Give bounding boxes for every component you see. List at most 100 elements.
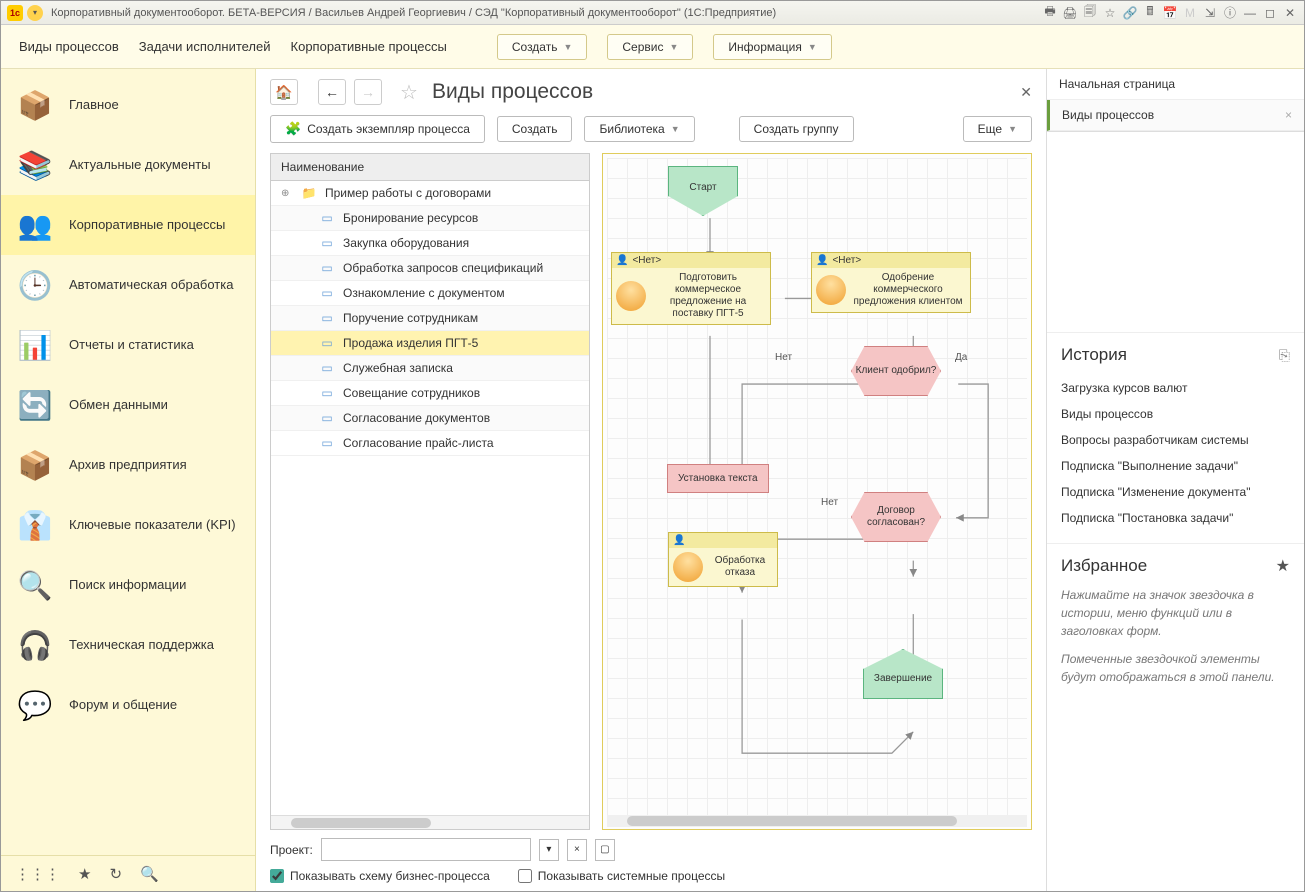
- menu-link-tasks[interactable]: Задачи исполнителей: [139, 39, 271, 54]
- compare-icon[interactable]: 🗐: [1082, 5, 1098, 21]
- node-task-prepare-offer[interactable]: 👤<Нет> Подготовить коммерческое предложе…: [611, 252, 771, 325]
- menu-info-button[interactable]: Информация▼: [713, 34, 831, 60]
- project-input[interactable]: [321, 838, 531, 861]
- tree-scrollbar[interactable]: [271, 815, 589, 829]
- rp-tab-current[interactable]: Виды процессов×: [1047, 100, 1304, 131]
- diagram-scrollbar[interactable]: [607, 815, 1027, 827]
- history-link[interactable]: Вопросы разработчикам системы: [1061, 427, 1290, 453]
- sidebar-item-5[interactable]: 🔄Обмен данными: [1, 375, 255, 435]
- project-open-button[interactable]: ▢: [595, 839, 615, 861]
- print-icon[interactable]: 🖶: [1042, 5, 1058, 21]
- dropdown-icon[interactable]: ▾: [27, 5, 43, 21]
- favorites-star-icon[interactable]: ★: [1276, 556, 1290, 576]
- history-icon[interactable]: ↻: [109, 865, 122, 883]
- calc-icon[interactable]: 🖩: [1142, 5, 1158, 21]
- diagram-canvas[interactable]: Старт 👤<Нет> Подготовить коммерческое пр…: [602, 153, 1032, 830]
- favorites-title: Избранное: [1061, 556, 1147, 576]
- more-button[interactable]: Еще▼: [963, 116, 1032, 142]
- node-task-approve-offer[interactable]: 👤<Нет> Одобрение коммерческого предложен…: [811, 252, 971, 313]
- tree-row[interactable]: ▭Бронирование ресурсов: [271, 206, 589, 231]
- project-clear-button[interactable]: ×: [567, 839, 587, 861]
- library-button[interactable]: Библиотека▼: [584, 116, 694, 142]
- right-pane: Начальная страница Виды процессов× Истор…: [1046, 69, 1304, 891]
- close-window-icon[interactable]: ✕: [1282, 5, 1298, 21]
- edge-label-no: Нет: [775, 352, 792, 363]
- sidebar-item-0[interactable]: 📦Главное: [1, 75, 255, 135]
- tree-row[interactable]: ▭Согласование прайс-листа: [271, 431, 589, 456]
- nav-label: Отчеты и статистика: [69, 337, 194, 354]
- forward-button[interactable]: →: [354, 79, 382, 105]
- nav-label: Ключевые показатели (KPI): [69, 517, 236, 534]
- info-icon[interactable]: ⓘ: [1222, 5, 1238, 21]
- calendar-icon[interactable]: 📅: [1162, 5, 1178, 21]
- search-icon[interactable]: 🔍: [140, 865, 159, 883]
- sidebar-item-4[interactable]: 📊 Отчеты и статистика: [1, 315, 255, 375]
- favorite-star-icon[interactable]: ☆: [400, 80, 418, 105]
- printer-icon[interactable]: 🖨: [1062, 5, 1078, 21]
- menu-link-process-types[interactable]: Виды процессов: [19, 39, 119, 54]
- home-button[interactable]: 🏠: [270, 79, 298, 105]
- collapse-icon[interactable]: ⇲: [1202, 5, 1218, 21]
- create-group-button[interactable]: Создать группу: [739, 116, 854, 142]
- tree-row[interactable]: ▭Закупка оборудования: [271, 231, 589, 256]
- history-pin-icon[interactable]: ⎘: [1279, 347, 1290, 364]
- node-decision-contract-agreed[interactable]: Договор согласован?: [851, 492, 941, 542]
- apps-icon[interactable]: ⋮⋮⋮: [15, 865, 60, 883]
- tree-row[interactable]: ▭Поручение сотрудникам: [271, 306, 589, 331]
- sidebar-item-10[interactable]: 💬Форум и общение: [1, 675, 255, 735]
- node-decision-client-approved[interactable]: Клиент одобрил?: [851, 346, 941, 396]
- edge-label-no-2: Нет: [821, 497, 838, 508]
- history-link[interactable]: Подписка "Изменение документа": [1061, 479, 1290, 505]
- content-area: 🏠 ← → ☆ Виды процессов ✕ 🧩Создать экземп…: [256, 69, 1046, 891]
- fav-icon[interactable]: ★: [78, 865, 91, 883]
- nav-icon: 📚: [15, 145, 55, 185]
- minimize-icon[interactable]: —: [1242, 5, 1258, 21]
- sidebar-item-6[interactable]: 📦Архив предприятия: [1, 435, 255, 495]
- menu-link-corp-processes[interactable]: Корпоративные процессы: [291, 39, 447, 54]
- node-task-rejection[interactable]: 👤 Обработка отказа: [668, 532, 778, 587]
- user-icon: 👤: [673, 535, 685, 546]
- sidebar-item-9[interactable]: 🎧Техническая поддержка: [1, 615, 255, 675]
- tree-row[interactable]: ▭Совещание сотрудников: [271, 381, 589, 406]
- tree-panel: Наименование ⊕📁Пример работы с договорам…: [270, 153, 590, 830]
- sidebar-item-1[interactable]: 📚Актуальные документы: [1, 135, 255, 195]
- history-link[interactable]: Виды процессов: [1061, 401, 1290, 427]
- sidebar-item-7[interactable]: 👔 Ключевые показатели (KPI): [1, 495, 255, 555]
- tree-row[interactable]: ▭Обработка запросов спецификаций: [271, 256, 589, 281]
- history-link[interactable]: Подписка "Постановка задачи": [1061, 505, 1290, 531]
- tree-row[interactable]: ▭Продажа изделия ПГТ-5: [271, 331, 589, 356]
- tree-row[interactable]: ▭Согласование документов: [271, 406, 589, 431]
- node-action-set-text[interactable]: Установка текста: [667, 464, 769, 493]
- close-page-icon[interactable]: ✕: [1020, 84, 1032, 101]
- nav-icon: 🕒: [15, 265, 55, 305]
- tree-row[interactable]: ⊕📁Пример работы с договорами: [271, 181, 589, 206]
- show-system-checkbox[interactable]: Показывать системные процессы: [518, 869, 725, 883]
- tree-header: Наименование: [271, 154, 589, 181]
- nav-label: Обмен данными: [69, 397, 168, 414]
- create-instance-button[interactable]: 🧩Создать экземпляр процесса: [270, 115, 485, 143]
- project-dropdown-button[interactable]: ▾: [539, 839, 559, 861]
- menu-service-button[interactable]: Сервис▼: [607, 34, 693, 60]
- rp-tab-home[interactable]: Начальная страница: [1047, 69, 1304, 100]
- link-icon[interactable]: 🔗: [1122, 5, 1138, 21]
- history-link[interactable]: Загрузка курсов валют: [1061, 375, 1290, 401]
- star-icon[interactable]: ☆: [1102, 5, 1118, 21]
- menu-create-button[interactable]: Создать▼: [497, 34, 588, 60]
- nav-icon: 🔍: [15, 565, 55, 605]
- sidebar-item-3[interactable]: 🕒Автоматическая обработка: [1, 255, 255, 315]
- sidebar-item-8[interactable]: 🔍Поиск информации: [1, 555, 255, 615]
- nav-icon: 👔: [15, 505, 55, 545]
- close-tab-icon[interactable]: ×: [1285, 108, 1292, 122]
- nav-icon: 📊: [15, 325, 55, 365]
- tree-row[interactable]: ▭Ознакомление с документом: [271, 281, 589, 306]
- tree-row[interactable]: ▭Служебная записка: [271, 356, 589, 381]
- nav-icon: 🎧: [15, 625, 55, 665]
- window-title: Корпоративный документооборот. БЕТА-ВЕРС…: [51, 7, 1042, 19]
- show-scheme-checkbox[interactable]: Показывать схему бизнес-процесса: [270, 869, 490, 883]
- back-button[interactable]: ←: [318, 79, 346, 105]
- history-link[interactable]: Подписка "Выполнение задачи": [1061, 453, 1290, 479]
- sidebar-item-2[interactable]: 👥Корпоративные процессы: [1, 195, 255, 255]
- create-button[interactable]: Создать: [497, 116, 573, 142]
- maximize-icon[interactable]: ◻: [1262, 5, 1278, 21]
- m-icon[interactable]: M: [1182, 5, 1198, 21]
